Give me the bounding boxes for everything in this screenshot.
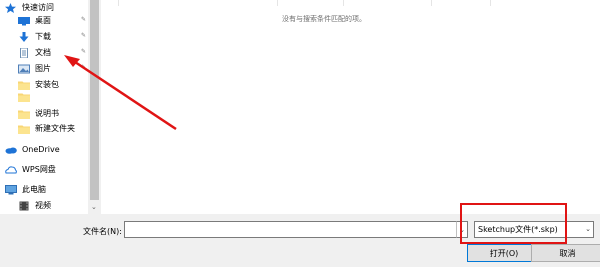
star-icon (5, 2, 17, 13)
cancel-button[interactable]: 取消 (531, 244, 600, 262)
nav-scrollbar[interactable]: ⌄ (88, 0, 101, 214)
nav-item-label: 安装包 (35, 80, 59, 89)
nav-item-label: OneDrive (22, 145, 60, 154)
scroll-down-icon[interactable]: ⌄ (91, 203, 97, 211)
filename-input[interactable] (124, 221, 468, 238)
pin-icon: ✎ (81, 16, 87, 23)
annotation-highlight-box (460, 203, 567, 244)
nav-item-folder-hidden[interactable] (0, 92, 35, 102)
open-button-label: 打开(O) (489, 248, 519, 258)
nav-item-label: WPS网盘 (22, 165, 56, 174)
cancel-button-label: 取消 (559, 248, 576, 258)
navigation-pane: 快速访问 桌面 ✎ 下载 ✎ 文档 ✎ 图片 ✎ 安装包 说明书 新建文件夹 O… (0, 0, 101, 214)
chevron-down-icon: ⌄ (585, 225, 591, 233)
nav-item-videos[interactable]: 视频 (0, 198, 51, 213)
column-divider[interactable] (431, 0, 432, 6)
nav-item-wps-cloud[interactable]: WPS网盘 (0, 162, 56, 177)
folder-icon (18, 124, 30, 134)
nav-item-folder-new[interactable]: 新建文件夹 (0, 121, 75, 136)
pin-icon: ✎ (81, 64, 87, 71)
pin-icon: ✎ (81, 32, 87, 39)
open-button[interactable]: 打开(O) (467, 244, 541, 262)
nav-item-label: 图片 (35, 64, 51, 73)
nav-item-label: 桌面 (35, 16, 51, 25)
nav-item-documents[interactable]: 文档 (0, 45, 51, 60)
nav-scrollbar-thumb[interactable] (90, 0, 99, 200)
column-divider[interactable] (277, 0, 278, 6)
file-list-area[interactable] (101, 0, 600, 214)
column-divider[interactable] (343, 0, 344, 6)
nav-item-desktop[interactable]: 桌面 (0, 13, 51, 28)
download-icon (18, 31, 30, 42)
nav-item-label: 说明书 (35, 109, 59, 118)
nav-item-this-pc[interactable]: 此电脑 (0, 182, 46, 197)
empty-results-message: 没有与搜索条件匹配的项。 (282, 15, 366, 23)
nav-item-label: 视频 (35, 201, 51, 210)
wps-cloud-icon (5, 165, 17, 175)
video-icon (18, 201, 30, 211)
column-divider[interactable] (118, 0, 119, 6)
nav-item-pictures[interactable]: 图片 (0, 61, 51, 76)
folder-icon (18, 80, 30, 90)
nav-quick-access-label: 快速访问 (22, 3, 54, 12)
nav-item-folder-installers[interactable]: 安装包 (0, 77, 59, 92)
folder-icon (18, 92, 30, 102)
nav-item-onedrive[interactable]: OneDrive (0, 142, 60, 157)
folder-icon (18, 109, 30, 119)
pictures-icon (18, 64, 30, 74)
column-divider[interactable] (490, 0, 491, 6)
nav-item-folder-manuals[interactable]: 说明书 (0, 106, 59, 121)
nav-item-downloads[interactable]: 下载 (0, 29, 51, 44)
nav-item-label: 此电脑 (22, 185, 46, 194)
desktop-icon (18, 16, 30, 26)
nav-item-label: 文档 (35, 48, 51, 57)
onedrive-icon (5, 145, 17, 155)
nav-item-label: 下载 (35, 32, 51, 41)
document-icon (18, 47, 30, 58)
filename-label: 文件名(N): (83, 227, 122, 236)
this-pc-icon (5, 184, 17, 195)
pin-icon: ✎ (81, 48, 87, 55)
nav-item-label: 新建文件夹 (35, 124, 75, 133)
